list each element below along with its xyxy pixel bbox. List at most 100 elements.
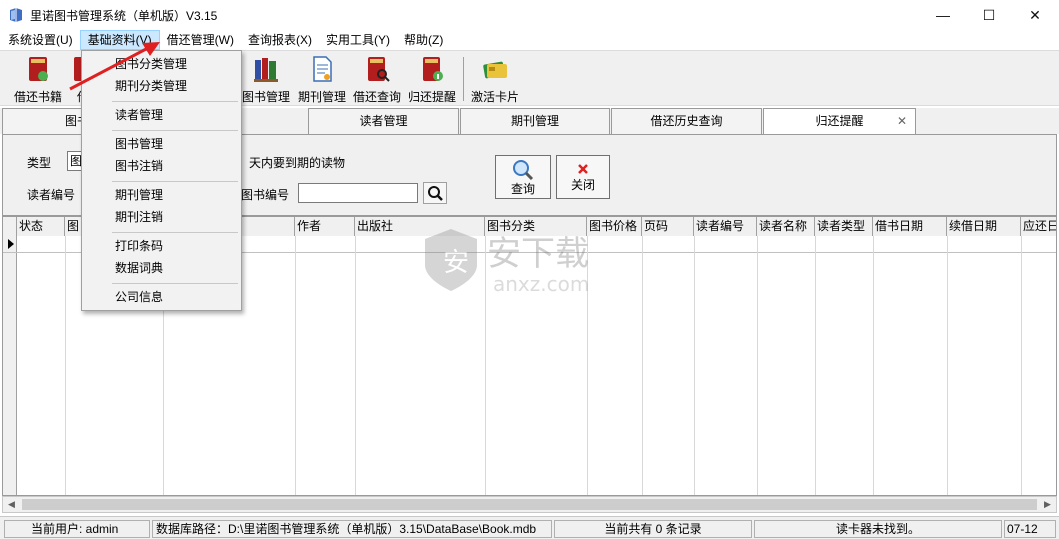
status-database-path: 数据库路径：D:\里诺图书管理系统（单机版）3.15\DataBase\Book… [152,520,552,538]
column-header[interactable]: 读者名称 [757,217,815,236]
tab-label: 读者管理 [359,114,408,128]
menu-book-management[interactable]: 图书管理 [82,133,241,155]
activate-card-button[interactable]: 激活卡片 [471,54,519,106]
grid-line [1021,236,1022,495]
document-icon [313,56,332,82]
grid-line [65,236,66,495]
grid-line [694,236,695,495]
app-book-icon [10,8,22,22]
toolbar-label: 期刊管理 [298,90,347,104]
svg-text:安下载: 安下载 [487,234,589,274]
toolbar-label: 归还提醒 [408,90,457,104]
tab-label: 归还提醒 [815,114,864,128]
close-window-button[interactable]: ✕ [1012,0,1058,30]
close-button-label: 关闭 [570,177,595,192]
menu-separator [112,130,238,131]
grid-line [873,236,874,495]
grid-line [295,236,296,495]
search-book-button[interactable] [423,182,447,204]
scrollbar-thumb[interactable] [22,499,1037,510]
search-icon [428,186,443,201]
tab-label: 借还历史查询 [650,114,723,128]
column-header[interactable]: 读者编号 [694,217,757,236]
menu-journal-management[interactable]: 期刊管理 [82,184,241,206]
menu-separator [112,232,238,233]
watermark-logo: 安 安下载 anxz.com [425,229,589,295]
menu-query-report[interactable]: 查询报表(X) [241,30,319,50]
grid-line [757,236,758,495]
status-card-reader: 读卡器未找到。 [754,520,1002,538]
tab-label: 期刊管理 [510,114,559,128]
toolbar-separator [463,57,464,101]
menu-company-info[interactable]: 公司信息 [82,286,241,308]
menu-data-dictionary[interactable]: 数据词典 [82,257,241,279]
menu-book-cancellation[interactable]: 图书注销 [82,155,241,177]
return-reminder-button[interactable]: 归还提醒 [408,54,456,106]
query-button[interactable]: 查询 [495,155,551,199]
red-x-icon [578,163,588,174]
scroll-right-icon[interactable]: ▶ [1039,497,1056,512]
column-header[interactable]: 页码 [642,217,694,236]
cards-icon [483,61,507,79]
journal-management-button[interactable]: 期刊管理 [298,54,346,106]
minimize-button[interactable]: — [920,0,966,30]
red-book-icon [29,57,48,81]
toolbar-label: 激活卡片 [471,90,520,104]
menu-separator [112,101,238,102]
grid-line [642,236,643,495]
tab-close-icon[interactable]: ✕ [897,109,907,133]
borrow-history-query-button[interactable]: 借还查询 [353,54,401,106]
column-header[interactable]: 状态 [17,217,65,236]
borrow-return-books-button[interactable]: 借还书籍 [14,54,62,106]
book-search-icon [368,57,390,82]
column-header[interactable]: 应还日 [1021,217,1056,236]
column-header[interactable]: 读者类型 [815,217,873,236]
book-number-input[interactable] [298,183,418,203]
horizontal-scrollbar[interactable]: ◀ ▶ [2,496,1057,513]
magnifier-icon [513,159,534,180]
status-current-user: 当前用户: admin [4,520,150,538]
menu-help[interactable]: 帮助(Z) [397,30,450,50]
column-header[interactable]: 借书日期 [873,217,947,236]
menu-borrow-return[interactable]: 借还管理(W) [160,30,241,50]
maximize-button[interactable]: ☐ [966,0,1012,30]
menu-tools[interactable]: 实用工具(Y) [319,30,397,50]
menu-reader-management[interactable]: 读者管理 [82,104,241,126]
title-bar: 里诺图书管理系统（单机版）V3.15 — ☐ ✕ [0,0,1059,30]
books-stack-icon [254,58,278,82]
status-date: 07-12 [1004,520,1056,538]
column-header[interactable]: 续借日期 [947,217,1021,236]
toolbar-label: 借还查询 [353,90,402,104]
tab-return-reminder[interactable]: 归还提醒 ✕ [763,108,916,135]
close-button[interactable]: 关闭 [556,155,610,199]
tab-journal-management[interactable]: 期刊管理 [460,108,610,134]
svg-text:安: 安 [443,248,469,278]
menu-journal-cancellation[interactable]: 期刊注销 [82,206,241,228]
type-label: 类型 [27,156,52,170]
menu-separator [112,181,238,182]
scroll-left-icon[interactable]: ◀ [3,497,20,512]
query-button-label: 查询 [510,181,535,196]
svg-text:anxz.com: anxz.com [493,272,589,295]
reader-number-label: 读者编号 [27,188,76,202]
book-number-label: 图书编号 [241,188,290,202]
row-indicator-column [3,236,17,495]
toolbar-label: 借还书籍 [14,90,63,104]
due-days-text: 天内要到期的读物 [249,156,346,170]
status-record-count: 当前共有 0 条记录 [554,520,752,538]
toolbar-label: 图书管理 [242,90,291,104]
grid-line [815,236,816,495]
header-indicator [3,217,17,236]
tab-borrow-history[interactable]: 借还历史查询 [611,108,762,134]
status-bar: 当前用户: admin 数据库路径：D:\里诺图书管理系统（单机版）3.15\D… [0,516,1059,539]
menu-print-barcode[interactable]: 打印条码 [82,235,241,257]
column-header[interactable]: 作者 [295,217,355,236]
window-title: 里诺图书管理系统（单机版）V3.15 [30,9,218,23]
menu-separator [112,283,238,284]
tab-reader-management[interactable]: 读者管理 [308,108,459,134]
grid-line [355,236,356,495]
book-management-button[interactable]: 图书管理 [242,54,290,106]
grid-line [947,236,948,495]
book-info-icon [423,57,443,81]
annotation-arrow-icon [69,42,160,91]
